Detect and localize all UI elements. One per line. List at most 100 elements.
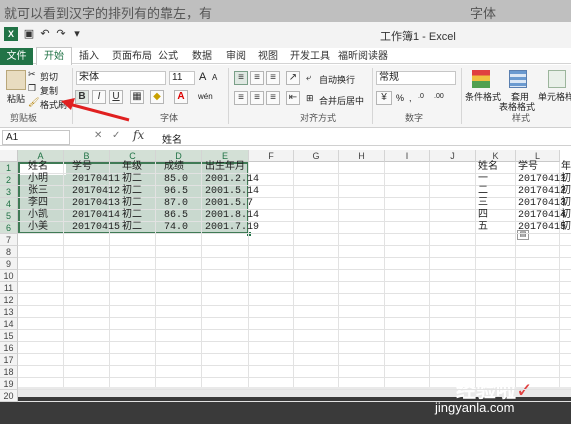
table-header-cell[interactable]: 成绩 bbox=[164, 162, 184, 174]
table-cell[interactable]: 74.0 bbox=[164, 222, 188, 234]
save-icon[interactable]: ▣ bbox=[22, 27, 36, 41]
table-cell[interactable]: 小凯 bbox=[28, 210, 48, 222]
table-cell[interactable]: 2001.5.14 bbox=[205, 186, 259, 198]
currency-icon[interactable]: ¥ bbox=[376, 91, 392, 105]
row-header[interactable]: 17 bbox=[0, 354, 18, 366]
name-box[interactable]: A1 bbox=[2, 130, 70, 145]
font-size-select[interactable]: 11 bbox=[169, 71, 195, 85]
table-cell[interactable]: 86.5 bbox=[164, 210, 188, 222]
table-cell[interactable]: 96.5 bbox=[164, 186, 188, 198]
wrap-text-button[interactable]: 自动换行 bbox=[319, 73, 355, 86]
column-header[interactable]: I bbox=[385, 150, 430, 162]
table-cell[interactable]: 小美 bbox=[28, 222, 48, 234]
tab-view[interactable]: 视图 bbox=[258, 49, 278, 64]
row-header[interactable]: 19 bbox=[0, 378, 18, 390]
tab-data[interactable]: 数据 bbox=[192, 49, 212, 64]
tab-developer[interactable]: 开发工具 bbox=[290, 49, 330, 64]
table-header-cell[interactable]: 年级 bbox=[122, 162, 142, 174]
phonetic-button[interactable]: wén bbox=[198, 92, 213, 101]
row-header[interactable]: 6 bbox=[0, 222, 18, 234]
side-table-cell[interactable]: 三 bbox=[478, 198, 488, 210]
column-header[interactable]: K bbox=[476, 150, 516, 162]
row-header[interactable]: 20 bbox=[0, 390, 18, 402]
tab-file[interactable]: 文件 bbox=[0, 48, 33, 65]
wrap-text-icon[interactable]: ⤶ bbox=[306, 72, 311, 83]
row-header[interactable]: 2 bbox=[0, 174, 18, 186]
customize-qat-icon[interactable]: ▾ bbox=[70, 27, 84, 41]
side-table-cell[interactable]: 初 bbox=[561, 174, 571, 186]
side-table-cell[interactable]: 初 bbox=[561, 198, 571, 210]
table-header-cell[interactable]: 姓名 bbox=[28, 162, 48, 174]
comma-button[interactable]: , bbox=[409, 93, 412, 103]
side-table-cell[interactable]: 四 bbox=[478, 210, 488, 222]
side-table-cell[interactable]: 初 bbox=[561, 186, 571, 198]
row-header[interactable]: 13 bbox=[0, 306, 18, 318]
table-cell[interactable]: 初二 bbox=[122, 174, 142, 186]
table-cell[interactable]: 87.0 bbox=[164, 198, 188, 210]
table-cell[interactable]: 85.0 bbox=[164, 174, 188, 186]
confirm-icon[interactable]: ✓ bbox=[112, 130, 120, 141]
table-cell[interactable]: 初二 bbox=[122, 210, 142, 222]
tab-review[interactable]: 审阅 bbox=[226, 49, 246, 64]
paste-icon[interactable] bbox=[6, 70, 26, 90]
conditional-format-icon[interactable] bbox=[472, 70, 490, 88]
table-header-cell[interactable]: 出生年月 bbox=[205, 162, 245, 174]
align-middle-icon[interactable]: ≡ bbox=[250, 71, 264, 85]
table-cell[interactable]: 20170415 bbox=[72, 222, 120, 234]
table-header-cell[interactable]: 学号 bbox=[72, 162, 92, 174]
table-cell[interactable]: 2001.8.14 bbox=[205, 210, 259, 222]
table-cell[interactable]: 小明 bbox=[28, 174, 48, 186]
tab-formulas[interactable]: 公式 bbox=[158, 49, 178, 64]
row-header[interactable]: 4 bbox=[0, 198, 18, 210]
row-header[interactable]: 7 bbox=[0, 234, 18, 246]
copy-icon[interactable]: ❐ bbox=[28, 83, 36, 94]
table-cell[interactable]: 张三 bbox=[28, 186, 48, 198]
cell-styles-icon[interactable] bbox=[548, 70, 566, 88]
row-header[interactable]: 11 bbox=[0, 282, 18, 294]
row-header[interactable]: 3 bbox=[0, 186, 18, 198]
increase-decimal-button[interactable]: .0 bbox=[418, 93, 424, 100]
side-table-cell[interactable]: 20170412 bbox=[518, 186, 566, 198]
format-painter-icon[interactable]: 🖌 bbox=[28, 97, 39, 108]
table-cell[interactable]: 2001.2.14 bbox=[205, 174, 259, 186]
insert-function-icon[interactable]: fx bbox=[133, 128, 144, 142]
column-header[interactable]: H bbox=[339, 150, 385, 162]
column-header[interactable]: D bbox=[156, 150, 202, 162]
font-shrink-button[interactable]: A bbox=[212, 73, 217, 82]
merge-center-icon[interactable]: ⊞ bbox=[306, 93, 314, 104]
table-cell[interactable]: 20170412 bbox=[72, 186, 120, 198]
tab-page-layout[interactable]: 页面布局 bbox=[112, 49, 152, 64]
conditional-format-button[interactable]: 条件格式 bbox=[465, 90, 501, 103]
formula-input[interactable]: 姓名 bbox=[162, 131, 182, 146]
row-header[interactable]: 10 bbox=[0, 270, 18, 282]
side-table-header-cell[interactable]: 年 bbox=[561, 162, 571, 174]
align-top-icon[interactable]: ≡ bbox=[234, 71, 248, 85]
font-name-select[interactable]: 宋体 bbox=[76, 71, 166, 85]
table-cell[interactable]: 初二 bbox=[122, 198, 142, 210]
row-header[interactable]: 15 bbox=[0, 330, 18, 342]
number-format-select[interactable]: 常规 bbox=[376, 71, 456, 85]
cancel-icon[interactable]: ✕ bbox=[94, 130, 102, 141]
row-header[interactable]: 1 bbox=[0, 162, 18, 174]
row-header[interactable]: 18 bbox=[0, 366, 18, 378]
cut-icon[interactable]: ✂ bbox=[28, 69, 36, 80]
table-cell[interactable]: 2001.7.19 bbox=[205, 222, 259, 234]
tab-home[interactable]: 开始 bbox=[36, 47, 72, 65]
align-right-icon[interactable]: ≡ bbox=[266, 91, 280, 105]
side-table-cell[interactable]: 一 bbox=[478, 174, 488, 186]
font-color-button[interactable]: A bbox=[174, 90, 188, 104]
indent-icon[interactable]: ⇤ bbox=[286, 91, 300, 105]
align-center-icon[interactable]: ≡ bbox=[250, 91, 264, 105]
table-cell[interactable]: 初二 bbox=[122, 222, 142, 234]
side-table-cell[interactable]: 初 bbox=[561, 222, 571, 234]
column-header[interactable]: C bbox=[110, 150, 156, 162]
percent-button[interactable]: % bbox=[396, 93, 404, 103]
side-table-cell[interactable]: 20170413 bbox=[518, 198, 566, 210]
column-header[interactable]: B bbox=[64, 150, 110, 162]
column-header[interactable]: G bbox=[294, 150, 339, 162]
row-header[interactable]: 12 bbox=[0, 294, 18, 306]
side-table-cell[interactable]: 五 bbox=[478, 222, 488, 234]
table-cell[interactable]: 李四 bbox=[28, 198, 48, 210]
side-table-cell[interactable]: 20170415 bbox=[518, 222, 566, 234]
column-header[interactable]: E bbox=[202, 150, 249, 162]
